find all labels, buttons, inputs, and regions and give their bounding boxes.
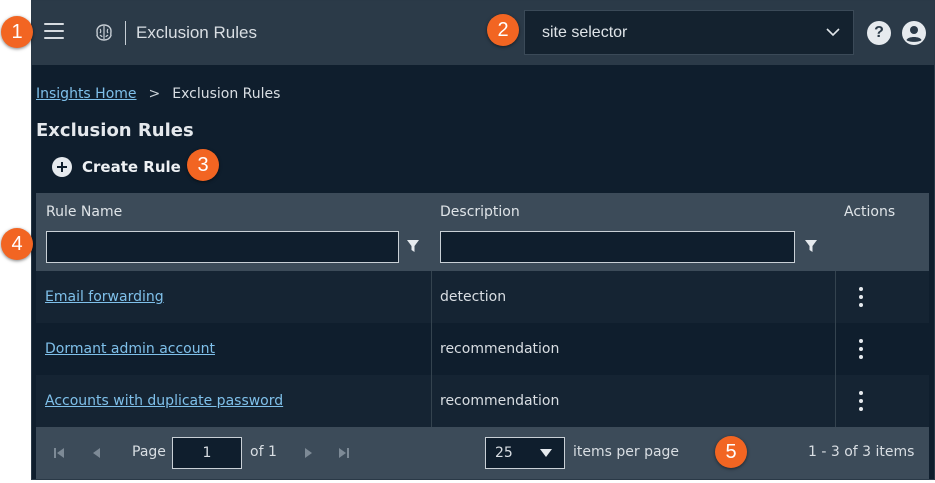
callout-marker-1: 1 — [1, 16, 33, 48]
app-title: Exclusion Rules — [136, 23, 257, 42]
column-header-rule-name[interactable]: Rule Name — [46, 204, 122, 220]
rules-grid: Rule Name Description Actions Email forw… — [36, 193, 929, 479]
more-actions-icon[interactable] — [858, 391, 864, 413]
rule-name-link[interactable]: Dormant admin account — [45, 323, 215, 375]
callout-marker-5: 5 — [715, 436, 747, 468]
hamburger-menu-icon[interactable] — [44, 23, 64, 41]
site-selector-label: site selector — [542, 24, 628, 41]
column-header-description[interactable]: Description — [440, 204, 520, 220]
column-divider — [835, 271, 836, 323]
rule-name-link[interactable]: Email forwarding — [45, 271, 164, 323]
caret-down-icon — [540, 449, 552, 457]
description-filter-icon[interactable] — [804, 239, 818, 253]
breadcrumb: Insights Home > Exclusion Rules — [36, 86, 280, 102]
column-header-actions: Actions — [844, 204, 896, 220]
items-per-page-label: items per page — [573, 444, 680, 460]
column-divider — [835, 375, 836, 427]
rule-name-filter-icon[interactable] — [406, 239, 420, 253]
column-divider — [431, 375, 432, 427]
chevron-down-icon — [826, 28, 840, 37]
table-row: Dormant admin account recommendation — [36, 323, 929, 375]
first-page-icon[interactable] — [52, 446, 66, 460]
breadcrumb-home-link[interactable]: Insights Home — [36, 86, 137, 102]
rule-name-link[interactable]: Accounts with duplicate password — [45, 375, 283, 427]
breadcrumb-separator: > — [148, 86, 161, 102]
table-row: Accounts with duplicate password recomme… — [36, 375, 929, 427]
more-actions-icon[interactable] — [858, 287, 864, 309]
create-rule-button[interactable]: Create Rule — [52, 157, 181, 177]
callout-marker-4: 4 — [1, 228, 33, 260]
create-rule-label: Create Rule — [82, 158, 181, 176]
top-bar: Exclusion Rules site selector ? — [32, 1, 934, 65]
user-account-icon[interactable] — [902, 21, 926, 45]
description-filter-input[interactable] — [440, 231, 795, 263]
brain-logo-icon — [96, 24, 112, 41]
page-number-input[interactable]: 1 — [172, 437, 242, 469]
pager-summary: 1 - 3 of 3 items — [808, 444, 915, 460]
page-title: Exclusion Rules — [36, 120, 194, 141]
previous-page-icon[interactable] — [90, 446, 104, 460]
site-selector-dropdown[interactable]: site selector — [524, 10, 854, 55]
table-row: Email forwarding detection — [36, 271, 929, 323]
rule-description: recommendation — [440, 341, 560, 357]
last-page-icon[interactable] — [337, 446, 351, 460]
column-divider — [835, 323, 836, 375]
page-count-label: of 1 — [250, 444, 277, 460]
rule-description: detection — [440, 289, 507, 305]
title-divider — [125, 21, 126, 45]
app-window: Exclusion Rules site selector ? Insights… — [31, 0, 935, 480]
help-icon[interactable]: ? — [867, 21, 891, 45]
grid-header: Rule Name Description Actions — [36, 193, 929, 271]
callout-marker-2: 2 — [487, 14, 519, 46]
rule-description: recommendation — [440, 393, 560, 409]
next-page-icon[interactable] — [301, 446, 315, 460]
callout-marker-3: 3 — [187, 149, 219, 181]
column-divider — [431, 323, 432, 375]
plus-circle-icon — [52, 157, 72, 177]
more-actions-icon[interactable] — [858, 339, 864, 361]
breadcrumb-current: Exclusion Rules — [172, 86, 281, 102]
pager: Page 1 of 1 25 items per page 1 - 3 of 3… — [36, 427, 929, 479]
page-size-dropdown[interactable]: 25 — [485, 437, 565, 469]
page-size-value: 25 — [495, 445, 513, 461]
rule-name-filter-input[interactable] — [46, 231, 399, 263]
column-divider — [431, 271, 432, 323]
page-label: Page — [132, 444, 166, 460]
